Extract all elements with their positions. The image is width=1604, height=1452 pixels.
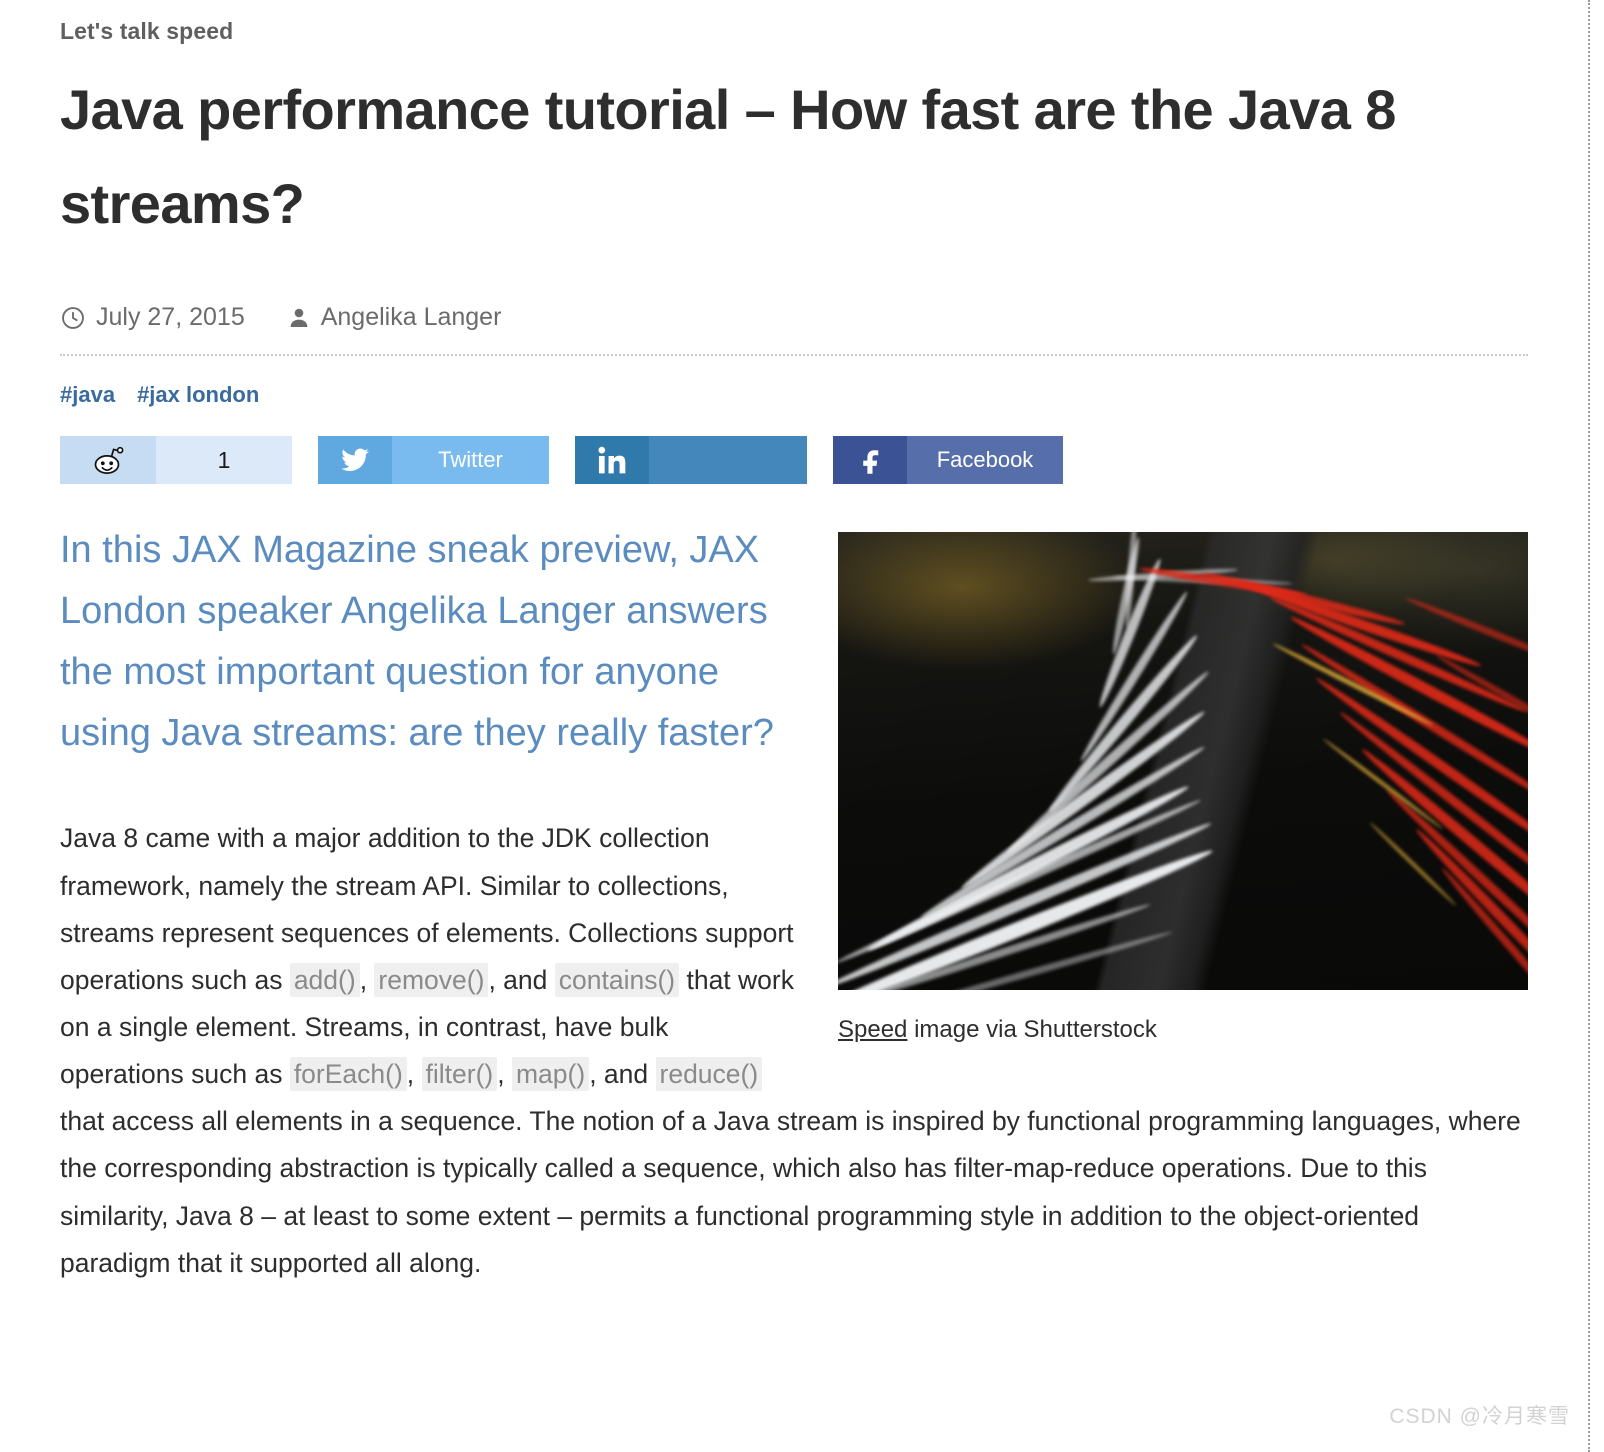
inline-code: filter() [421,1057,498,1092]
caption-rest: image via Shutterstock [907,1016,1157,1044]
share-button-reddit[interactable]: 1 [60,436,292,485]
article-kicker: Let's talk speed [60,18,234,44]
figure-caption: Speed image via Shutterstock [838,1016,1528,1044]
watermark: CSDN @冷月寒雪 [1389,1405,1570,1428]
author-name: Angelika Langer [320,303,502,332]
inline-code: remove() [374,962,489,997]
tag-list: #java #jax london [60,382,1528,408]
inline-code: add() [289,962,360,997]
inline-code: map() [511,1057,590,1092]
page-title: Java performance tutorial – How fast are… [60,78,1396,236]
share-button-linkedin[interactable] [575,436,807,485]
reddit-icon [60,436,156,485]
caption-link[interactable]: Speed [838,1016,907,1043]
tag-java[interactable]: #java [60,382,115,408]
inline-code: forEach() [289,1057,407,1092]
linkedin-label [649,436,807,485]
publish-date: July 27, 2015 [96,303,245,332]
inline-code: contains() [554,962,680,997]
share-bar: 1 Twitter Facebook [60,436,1528,485]
facebook-label: Facebook [907,436,1063,485]
share-button-facebook[interactable]: Facebook [833,436,1063,485]
inline-code: reduce() [655,1057,763,1092]
article-page: Let's talk speed Java performance tutori… [0,0,1590,1452]
article-figure: Speed image via Shutterstock [838,532,1528,1044]
article-meta: July 27, 2015 Angelika Langer [60,303,1528,357]
facebook-icon [833,436,907,485]
clock-icon [60,305,86,331]
reddit-count: 1 [156,436,292,485]
tag-jax-london[interactable]: #jax london [137,382,259,408]
user-icon [287,306,311,330]
twitter-icon [318,436,392,485]
linkedin-icon [575,436,649,485]
article-body-wrapper: Speed image via Shutterstock In this JAX… [60,520,1528,1287]
share-button-twitter[interactable]: Twitter [318,436,549,485]
hero-image [838,532,1528,991]
twitter-label: Twitter [392,436,549,485]
